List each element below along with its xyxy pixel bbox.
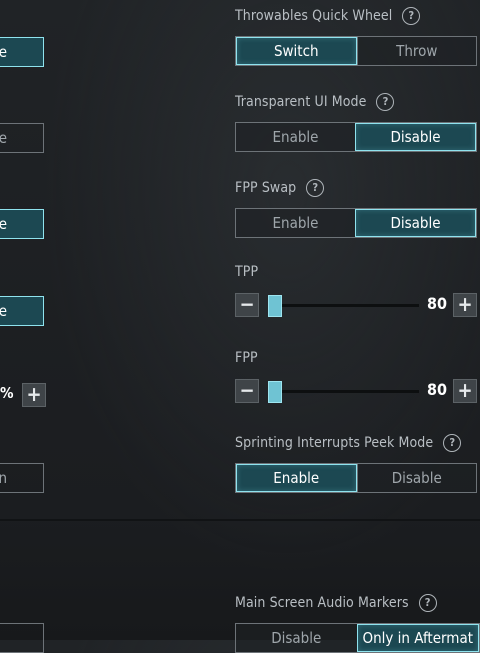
throw-option[interactable]: Throw [356, 37, 477, 65]
left-plus-button[interactable]: + [22, 383, 46, 407]
disable-option[interactable]: Disable [355, 209, 476, 237]
help-icon[interactable]: ? [376, 93, 395, 111]
left-option-button-1[interactable]: e [0, 37, 44, 67]
enable-option[interactable]: Enable [236, 209, 355, 237]
fpp-swap-label: FPP Swap ? [235, 179, 325, 197]
section-divider [0, 519, 480, 521]
switch-option[interactable]: Switch [236, 37, 357, 65]
fpp-value: 80 [426, 380, 447, 399]
disable-option[interactable]: Disable [355, 123, 476, 151]
tpp-label: TPP [235, 264, 258, 280]
enable-option[interactable]: Enable [236, 464, 357, 492]
fpp-slider-thumb[interactable] [268, 381, 283, 403]
throwables-quick-wheel-label: Throwables Quick Wheel ? [235, 7, 421, 25]
audio-markers-toggle: Disable Only in Aftermat [235, 623, 480, 653]
tpp-title: TPP [235, 264, 259, 280]
throwables-quick-wheel-toggle: Switch Throw [235, 36, 477, 66]
fpp-slider: − 80 + [235, 379, 480, 405]
tpp-slider-thumb[interactable] [268, 295, 283, 317]
fpp-title: FPP [235, 350, 258, 366]
disable-option[interactable]: Disable [236, 624, 357, 652]
disable-option[interactable]: Disable [356, 464, 477, 492]
fpp-plus-button[interactable]: + [453, 379, 477, 403]
transparent-ui-mode-label: Transparent UI Mode ? [235, 93, 395, 111]
sprinting-peek-title: Sprinting Interrupts Peek Mode [235, 435, 434, 451]
only-in-aftermath-option[interactable]: Only in Aftermat [356, 624, 479, 652]
tpp-minus-button[interactable]: − [235, 293, 259, 317]
fpp-swap-toggle: Enable Disable [235, 208, 477, 238]
fpp-label: FPP [235, 350, 258, 366]
left-option-button-3[interactable]: e [0, 209, 44, 239]
transparent-ui-mode-toggle: Enable Disable [235, 122, 477, 152]
sprinting-peek-toggle: Enable Disable [235, 463, 477, 493]
sprinting-peek-label: Sprinting Interrupts Peek Mode ? [235, 434, 462, 452]
enable-option[interactable]: Enable [236, 123, 355, 151]
help-icon[interactable]: ? [402, 7, 421, 25]
fpp-minus-button[interactable]: − [235, 379, 259, 403]
tpp-value: 80 [426, 294, 447, 313]
fpp-slider-track[interactable] [268, 381, 419, 403]
tpp-slider: − 80 + [235, 293, 480, 319]
help-icon[interactable]: ? [306, 179, 325, 197]
audio-markers-title: Main Screen Audio Markers [235, 595, 409, 611]
left-percent-value: % [0, 384, 14, 402]
throwables-quick-wheel-title: Throwables Quick Wheel [235, 8, 393, 24]
tpp-slider-track[interactable] [268, 295, 419, 317]
tpp-plus-button[interactable]: + [453, 293, 477, 317]
left-option-button-2[interactable]: e [0, 123, 44, 153]
transparent-ui-mode-title: Transparent UI Mode [235, 94, 367, 110]
audio-markers-label: Main Screen Audio Markers ? [235, 594, 437, 612]
left-option-button-5[interactable]: n [0, 463, 44, 493]
left-option-button-4[interactable]: e [0, 296, 44, 326]
fpp-swap-title: FPP Swap [235, 180, 297, 196]
left-option-button-6[interactable] [0, 623, 44, 653]
help-icon[interactable]: ? [418, 594, 437, 612]
help-icon[interactable]: ? [443, 434, 462, 452]
